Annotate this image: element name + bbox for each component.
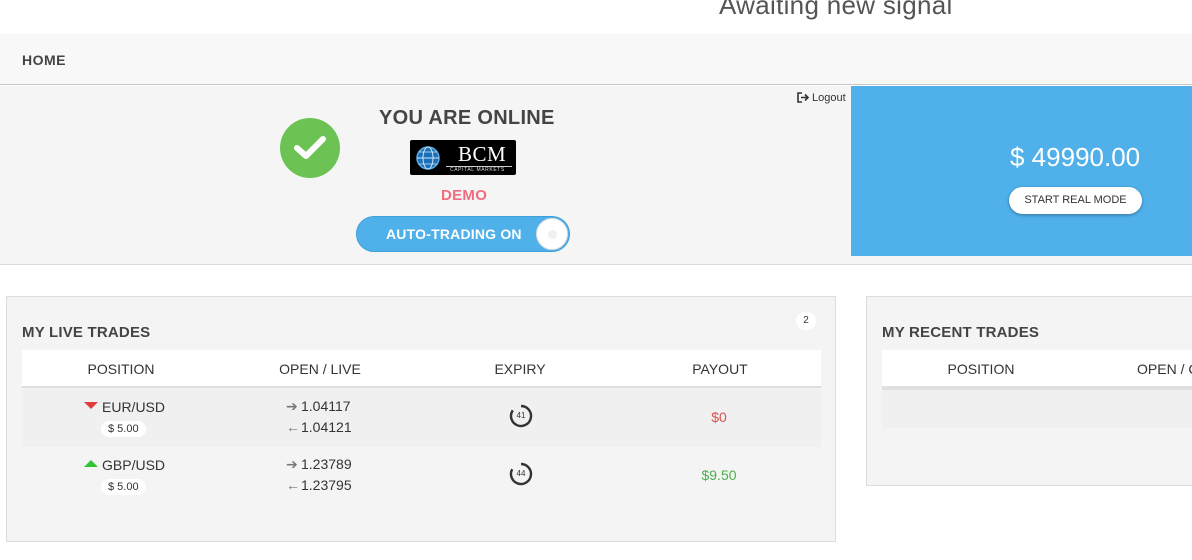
live-trades-header: POSITION OPEN / LIVE EXPIRY PAYOUT <box>22 350 821 388</box>
recent-trades-header: POSITION OPEN / C <box>882 350 1192 390</box>
trade-amount: $ 5.00 <box>101 479 146 495</box>
trade-open-price: ➔ 1.23789 <box>286 456 352 473</box>
live-trades-panel: MY LIVE TRADES 2 POSITION OPEN / LIVE EX… <box>6 296 836 542</box>
trade-live-price: ←1.23795 <box>286 477 352 493</box>
auto-trading-toggle[interactable]: AUTO-TRADING ON <box>356 216 570 252</box>
column-header-payout: PAYOUT <box>692 361 748 377</box>
open-price-value: 1.04117 <box>301 398 351 414</box>
trade-position: EUR/USD <box>84 399 165 415</box>
table-row: GBP/USD $ 5.00 ➔ 1.23789 ←1.23795 44 $9.5… <box>22 447 821 505</box>
expiry-seconds: 44 <box>516 469 526 478</box>
live-trades-title: MY LIVE TRADES <box>22 324 151 341</box>
trade-payout: $9.50 <box>701 467 737 483</box>
column-header-position: POSITION <box>947 361 1015 377</box>
trade-payout: $0 <box>711 409 727 425</box>
live-price-value: 1.23795 <box>301 477 352 493</box>
arrow-up-icon <box>84 460 98 467</box>
live-trades-count-badge: 2 <box>796 312 816 330</box>
expiry-timer: 41 <box>509 404 533 428</box>
broker-logo-subtitle: CAPITAL MARKETS <box>450 167 505 173</box>
trade-live-price: ←1.04121 <box>286 419 352 435</box>
table-row: EUR/USD $ 5.00 ➔ 1.04117 ←1.04121 41 $0 <box>22 389 821 447</box>
navbar: HOME <box>0 34 1192 85</box>
live-price-value: 1.04121 <box>301 419 352 435</box>
trade-position: GBP/USD <box>84 457 165 473</box>
arrow-left-icon: ← <box>286 419 300 435</box>
broker-logo-name: BCM <box>458 142 507 166</box>
trade-amount: $ 5.00 <box>101 421 146 437</box>
recent-trades-panel: MY RECENT TRADES POSITION OPEN / C <box>866 296 1192 486</box>
open-price-value: 1.23789 <box>301 456 352 472</box>
globe-icon <box>416 146 440 170</box>
column-header-open-close: OPEN / C <box>1137 361 1192 377</box>
arrow-down-icon <box>84 402 98 409</box>
column-header-open-live: OPEN / LIVE <box>279 361 361 377</box>
auto-trading-label: AUTO-TRADING ON <box>386 226 522 242</box>
start-real-mode-button[interactable]: START REAL MODE <box>1009 187 1142 214</box>
online-status-title: YOU ARE ONLINE <box>379 107 555 129</box>
expiry-seconds: 41 <box>516 411 526 420</box>
broker-logo: BCM CAPITAL MARKETS <box>410 140 516 175</box>
recent-trades-title: MY RECENT TRADES <box>882 324 1040 341</box>
column-header-expiry: EXPIRY <box>494 361 546 377</box>
signal-status: Awaiting new signal <box>719 0 953 20</box>
arrow-right-icon: ➔ <box>286 398 298 414</box>
trade-pair: EUR/USD <box>102 399 166 415</box>
account-mode-label: DEMO <box>441 187 488 204</box>
column-header-position: POSITION <box>87 361 155 377</box>
online-check-icon <box>280 118 340 178</box>
balance-panel: $ 49990.00 START REAL MODE <box>851 86 1192 256</box>
recent-trades-empty-row <box>882 390 1192 428</box>
logout-icon <box>797 92 810 103</box>
trade-open-price: ➔ 1.04117 <box>286 398 351 415</box>
balance-amount: $ 49990.00 <box>1010 142 1141 172</box>
arrow-left-icon: ← <box>286 477 300 493</box>
toggle-knob[interactable] <box>536 218 568 250</box>
logout-label: Logout <box>812 92 846 104</box>
arrow-right-icon: ➔ <box>286 456 298 472</box>
nav-home-link[interactable]: HOME <box>22 52 66 68</box>
trade-pair: GBP/USD <box>102 457 166 473</box>
logout-button[interactable]: Logout <box>797 92 846 104</box>
expiry-timer: 44 <box>509 462 533 486</box>
